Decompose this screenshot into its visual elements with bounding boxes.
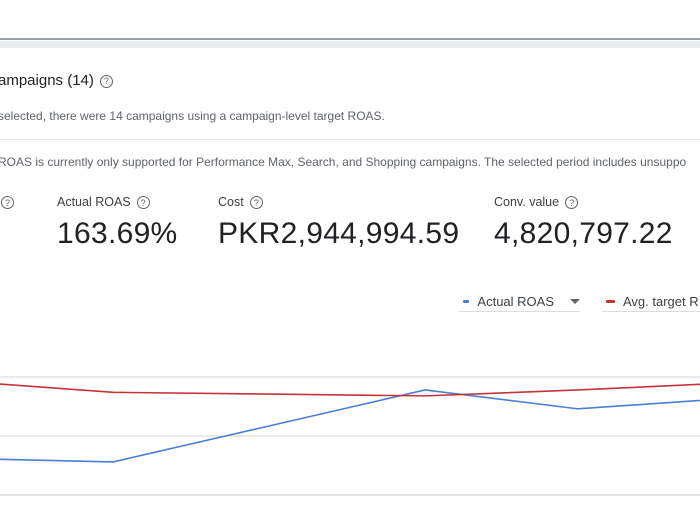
line-chart <box>0 360 700 525</box>
metric-label: Actual ROAS <box>57 195 131 209</box>
top-bar <box>0 0 700 40</box>
metric-value: 4,820,797.22 <box>494 217 673 251</box>
metric-conv-value[interactable]: Conv. value? 4,820,797.22 <box>494 195 673 251</box>
help-icon[interactable]: ? <box>1 196 14 209</box>
metric-cost[interactable]: Cost? PKR2,944,994.59 <box>218 195 459 251</box>
metric-label: Conv. value <box>494 195 559 209</box>
metric-value: PKR2,944,994.59 <box>218 217 459 251</box>
legend-actual-roas-dropdown[interactable]: Actual ROAS <box>459 292 580 312</box>
card-title: ampaigns (14)? <box>0 72 113 89</box>
series-color-icon <box>606 300 615 303</box>
dropdown-arrow-icon <box>570 299 580 304</box>
legend-avg-target-roas-dropdown[interactable]: Avg. target R <box>602 292 700 312</box>
card-title-text: ampaigns (14) <box>0 72 94 89</box>
help-icon[interactable]: ? <box>565 196 578 209</box>
help-icon[interactable]: ? <box>137 196 150 209</box>
legend-label: Actual ROAS <box>477 294 554 309</box>
series-line-actual-roas <box>0 390 700 462</box>
section-divider <box>0 41 700 48</box>
help-icon[interactable]: ? <box>250 196 263 209</box>
support-note: ROAS is currently only supported for Per… <box>0 155 686 169</box>
metric-actual-roas[interactable]: Actual ROAS? 163.69% <box>57 195 178 251</box>
metric-label: Cost <box>218 195 244 209</box>
metric-value: 163.69% <box>57 217 178 251</box>
series-color-icon <box>463 300 469 303</box>
card-subtitle: selected, there were 14 campaigns using … <box>0 109 385 123</box>
divider <box>0 139 700 140</box>
help-icon[interactable]: ? <box>100 75 113 88</box>
series-line-avg-target-roas <box>0 381 700 396</box>
legend-label: Avg. target R <box>623 294 699 309</box>
